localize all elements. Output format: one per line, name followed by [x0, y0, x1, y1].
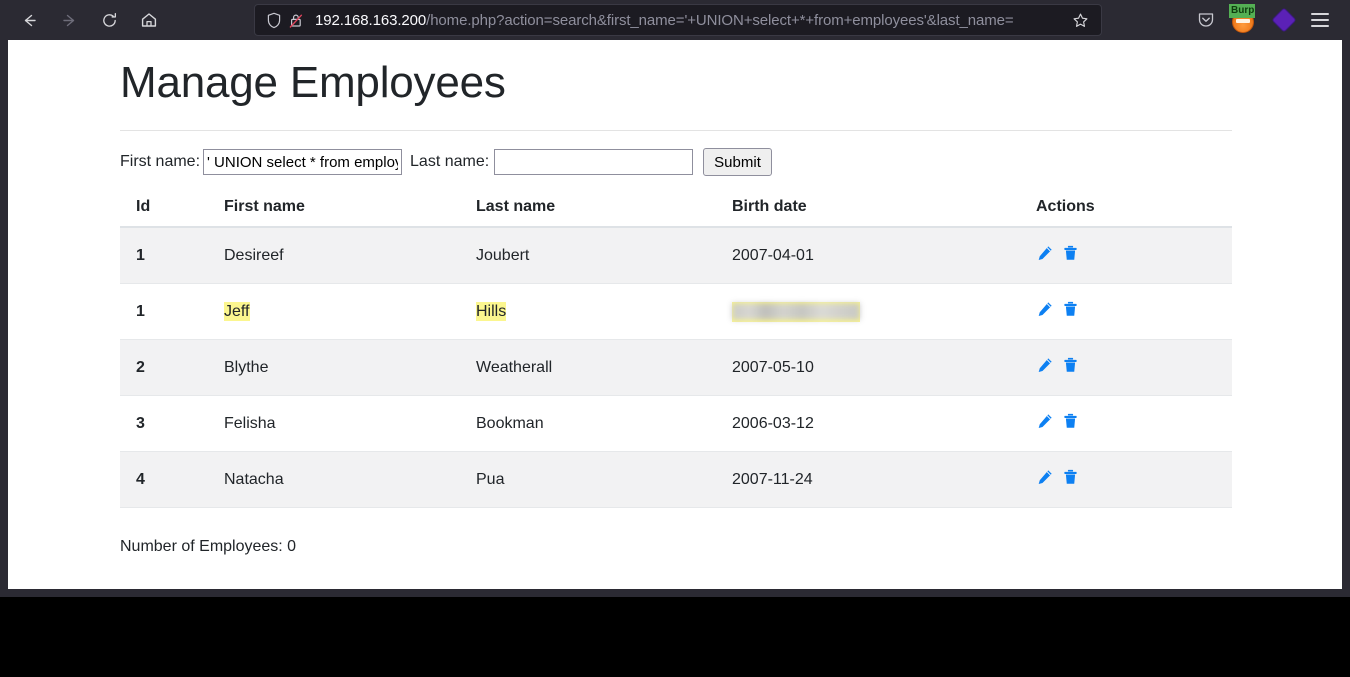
bookmark-star-icon[interactable] — [1067, 7, 1093, 33]
home-icon — [141, 13, 157, 27]
hamburger-menu-icon — [1311, 13, 1329, 27]
header-id: Id — [120, 190, 224, 228]
shield-icon[interactable] — [263, 9, 285, 31]
forward-arrow-icon — [62, 14, 74, 26]
delete-icon[interactable] — [1062, 244, 1079, 267]
table-head: Id First name Last name Birth date Actio… — [120, 190, 1232, 228]
edit-icon[interactable] — [1036, 356, 1054, 379]
page-title: Manage Employees — [120, 58, 506, 107]
redacted-birth-date — [732, 301, 860, 322]
address-bar[interactable]: 192.168.163.200/home.php?action=search&f… — [254, 4, 1102, 36]
cell-first-name: Natacha — [224, 451, 476, 508]
url-text[interactable]: 192.168.163.200/home.php?action=search&f… — [315, 12, 1067, 29]
table-row: 4 Natacha Pua 2007-11-24 — [120, 451, 1232, 508]
delete-icon[interactable] — [1062, 300, 1079, 323]
cell-last-name: Joubert — [476, 227, 732, 284]
cell-birth-date: 2007-11-24 — [732, 451, 1036, 508]
employee-table: Id First name Last name Birth date Actio… — [120, 190, 1232, 508]
cell-actions — [1036, 395, 1232, 452]
first-name-input[interactable] — [203, 149, 403, 175]
back-button[interactable] — [12, 3, 46, 37]
last-name-label: Last name: — [410, 153, 490, 170]
url-path: /home.php?action=search&first_name='+UNI… — [426, 11, 1014, 29]
edit-icon[interactable] — [1036, 244, 1054, 267]
cell-last-name: Bookman — [476, 395, 732, 452]
header-first-name: First name — [224, 190, 476, 228]
highlighted-text: Jeff — [224, 301, 250, 321]
burp-badge-label: Burp — [1229, 4, 1255, 18]
app-menu-button[interactable] — [1304, 4, 1336, 36]
reload-icon — [102, 12, 116, 27]
cell-birth-date: 2007-05-10 — [732, 339, 1036, 396]
header-last-name: Last name — [476, 190, 732, 228]
content-container: Manage Employees First name: Last name: … — [120, 40, 1232, 556]
table-row: 2 Blythe Weatherall 2007-05-10 — [120, 339, 1232, 396]
diamond-icon — [1272, 8, 1296, 32]
home-button[interactable] — [132, 3, 166, 37]
purple-extension-button[interactable] — [1268, 4, 1300, 36]
cell-first-name: Desireef — [224, 227, 476, 284]
cell-last-name: Weatherall — [476, 339, 732, 396]
burp-extension-button[interactable]: Burp — [1226, 3, 1260, 37]
cell-id: 1 — [120, 283, 224, 340]
pocket-icon — [1198, 13, 1214, 27]
forward-button[interactable] — [52, 3, 86, 37]
delete-icon[interactable] — [1062, 468, 1079, 491]
header-actions: Actions — [1036, 190, 1232, 228]
cell-last-name: Hills — [476, 283, 732, 340]
cell-birth-date — [732, 283, 1036, 340]
edit-icon[interactable] — [1036, 300, 1054, 323]
delete-icon[interactable] — [1062, 356, 1079, 379]
cell-actions — [1036, 283, 1232, 340]
delete-icon[interactable] — [1062, 412, 1079, 435]
back-arrow-icon — [24, 14, 36, 26]
cell-first-name: Felisha — [224, 395, 476, 452]
url-host: 192.168.163.200 — [315, 11, 427, 29]
urlbar-container: 192.168.163.200/home.php?action=search&f… — [166, 4, 1190, 36]
reload-button[interactable] — [92, 3, 126, 37]
cell-id: 4 — [120, 451, 224, 508]
table-row: 1 Jeff Hills — [120, 283, 1232, 340]
employee-count: Number of Employees: 0 — [120, 538, 297, 555]
cell-actions — [1036, 451, 1232, 508]
employee-search-form: First name: Last name: Submit — [120, 131, 1232, 176]
cell-first-name: Blythe — [224, 339, 476, 396]
cell-first-name: Jeff — [224, 283, 476, 340]
browser-window: 192.168.163.200/home.php?action=search&f… — [0, 0, 1350, 597]
cell-last-name: Pua — [476, 451, 732, 508]
table-row: 3 Felisha Bookman 2006-03-12 — [120, 395, 1232, 452]
header-birth-date: Birth date — [732, 190, 1036, 228]
pocket-save-button[interactable] — [1190, 4, 1222, 36]
page-content: Manage Employees First name: Last name: … — [8, 40, 1342, 556]
edit-icon[interactable] — [1036, 468, 1054, 491]
table-body: 1 Desireef Joubert 2007-04-01 1 Jeff Hills 2 Bly… — [120, 227, 1232, 508]
submit-button[interactable]: Submit — [703, 148, 772, 176]
page-viewport: Manage Employees First name: Last name: … — [8, 40, 1342, 589]
cell-actions — [1036, 339, 1232, 396]
first-name-label: First name: — [120, 153, 201, 170]
highlighted-text: Hills — [476, 301, 507, 321]
table-row: 1 Desireef Joubert 2007-04-01 — [120, 227, 1232, 284]
cell-birth-date: 2007-04-01 — [732, 227, 1036, 284]
browser-toolbar: 192.168.163.200/home.php?action=search&f… — [0, 0, 1350, 40]
cell-id: 3 — [120, 395, 224, 452]
cell-id: 1 — [120, 227, 224, 284]
cell-actions — [1036, 227, 1232, 284]
table-header-row: Id First name Last name Birth date Actio… — [120, 190, 1232, 228]
edit-icon[interactable] — [1036, 412, 1054, 435]
insecure-lock-icon[interactable] — [285, 9, 307, 31]
cell-id: 2 — [120, 339, 224, 396]
cell-birth-date: 2006-03-12 — [732, 395, 1036, 452]
last-name-input[interactable] — [494, 149, 694, 175]
